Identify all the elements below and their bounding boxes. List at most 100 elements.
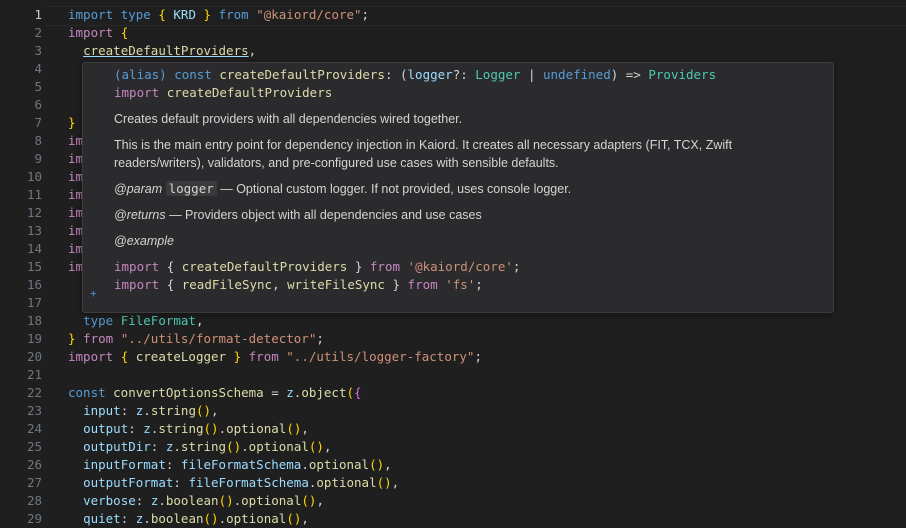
code-token: output [83, 421, 129, 436]
code-line[interactable]: 29 quiet: z.boolean().optional(), [0, 510, 906, 528]
hover-example-tag: @example [114, 232, 814, 250]
line-number: 2 [34, 25, 42, 40]
line-code[interactable]: createDefaultProviders, [68, 42, 256, 60]
code-token: ; [361, 7, 370, 22]
line-code[interactable]: import { [68, 24, 128, 42]
line-number: 1 [34, 7, 42, 22]
line-number: 16 [26, 277, 42, 292]
line-number: 9 [34, 151, 42, 166]
sig-return: Providers [648, 67, 717, 82]
line-code[interactable]: im [68, 150, 83, 168]
line-number: 4 [34, 61, 42, 76]
line-number: 22 [26, 385, 42, 400]
line-code[interactable]: import type { KRD } from "@kaiord/core"; [68, 6, 369, 24]
code-token: : [120, 403, 136, 418]
sig-alias: (alias) [114, 67, 175, 82]
code-token: "../utils/logger-factory" [286, 349, 475, 364]
code-token: string [158, 421, 204, 436]
code-token: : [135, 493, 151, 508]
line-code[interactable]: im [68, 204, 83, 222]
code-token: = [263, 385, 287, 400]
sig-rest-1: : ( [384, 67, 408, 82]
code-token: from [211, 7, 257, 22]
line-code[interactable]: output: z.string().optional(), [68, 420, 309, 438]
line-number: 6 [34, 97, 42, 112]
description-line-2: readers/writers), validators, and pre-co… [114, 156, 559, 170]
code-token: convertOptionsSchema [113, 385, 264, 400]
ex2-comma: , [272, 277, 288, 292]
code-token: : [173, 475, 189, 490]
line-code[interactable]: outputDir: z.string().optional(), [68, 438, 331, 456]
line-code[interactable]: const convertOptionsSchema = z.object({ [68, 384, 362, 402]
ex1-open: { [166, 259, 182, 274]
line-code[interactable]: quiet: z.boolean().optional(), [68, 510, 309, 528]
code-line[interactable]: 27 outputFormat: fileFormatSchema.option… [0, 474, 906, 492]
line-code[interactable]: } from "../utils/format-detector"; [68, 330, 324, 348]
code-line[interactable]: 22 const convertOptionsSchema = z.object(… [0, 384, 906, 402]
line-code[interactable]: outputFormat: fileFormatSchema.optional(… [68, 474, 399, 492]
code-token: () [203, 511, 219, 526]
code-line[interactable]: 23 input: z.string(), [0, 402, 906, 420]
code-token: boolean [150, 511, 204, 526]
line-number: 15 [26, 259, 42, 274]
code-line[interactable]: 28 verbose: z.boolean().optional(), [0, 492, 906, 510]
line-code[interactable]: import { createLogger } from "../utils/l… [68, 348, 482, 366]
code-token: () [301, 493, 317, 508]
code-token: () [218, 493, 234, 508]
code-token: . [218, 511, 227, 526]
code-token: boolean [165, 493, 219, 508]
line-number: 19 [26, 331, 42, 346]
sig-pipe: | [520, 67, 543, 82]
line-number: 13 [26, 223, 42, 238]
example-line-2: import { readFileSync, writeFileSync } f… [114, 276, 483, 294]
line-number: 29 [26, 511, 42, 526]
code-token: } [195, 7, 212, 22]
hover-tooltip: (alias) const createDefaultProviders: (l… [82, 62, 834, 313]
expand-plus-icon[interactable]: + [90, 288, 97, 299]
code-token: } [68, 115, 76, 130]
line-code[interactable]: im [68, 222, 83, 240]
code-line[interactable]: 2 import { [0, 24, 906, 42]
description-line-1: This is the main entry point for depende… [114, 138, 733, 152]
example-tag: @example [114, 234, 174, 248]
code-line[interactable]: 19 } from "../utils/format-detector"; [0, 330, 906, 348]
line-code[interactable]: inputFormat: fileFormatSchema.optional()… [68, 456, 392, 474]
code-token: ; [474, 349, 482, 364]
line-number: 26 [26, 457, 42, 472]
line-code[interactable]: im [68, 132, 83, 150]
code-token: type [83, 313, 121, 328]
code-line[interactable]: 1 import type { KRD } from "@kaiord/core"… [0, 6, 906, 24]
returns-desc: — Providers object with all dependencies… [165, 208, 482, 222]
code-token: ( [346, 385, 354, 400]
code-token: { [120, 349, 136, 364]
line-code[interactable]: im [68, 240, 83, 258]
line-number: 12 [26, 205, 42, 220]
ex2-open: { [166, 277, 182, 292]
param-name: logger [165, 181, 217, 196]
line-number: 23 [26, 403, 42, 418]
code-token: "../utils/format-detector" [120, 331, 317, 346]
line-code[interactable]: } [68, 114, 76, 132]
code-line[interactable]: 20 import { createLogger } from "../utils… [0, 348, 906, 366]
code-line[interactable]: 24 output: z.string().optional(), [0, 420, 906, 438]
code-line[interactable]: 26 inputFormat: fileFormatSchema.optiona… [0, 456, 906, 474]
code-token: . [241, 439, 249, 454]
code-token: verbose [83, 493, 136, 508]
line-code[interactable]: im [68, 186, 83, 204]
line-code[interactable]: input: z.string(), [68, 402, 219, 420]
code-token: "@kaiord/core" [256, 7, 362, 22]
code-token: () [226, 439, 242, 454]
code-line[interactable]: 3 createDefaultProviders, [0, 42, 906, 60]
code-line[interactable]: 21 [0, 366, 906, 384]
ex1-close: } [347, 259, 370, 274]
code-line[interactable]: 18 type FileFormat, [0, 312, 906, 330]
code-line[interactable]: 25 outputDir: z.string().optional(), [0, 438, 906, 456]
line-code[interactable]: verbose: z.boolean().optional(), [68, 492, 324, 510]
line-code[interactable]: im [68, 168, 83, 186]
hover-returns: @returns — Providers object with all dep… [114, 206, 814, 224]
line-code[interactable]: type FileFormat, [68, 312, 203, 330]
line-code[interactable]: im [68, 258, 83, 276]
